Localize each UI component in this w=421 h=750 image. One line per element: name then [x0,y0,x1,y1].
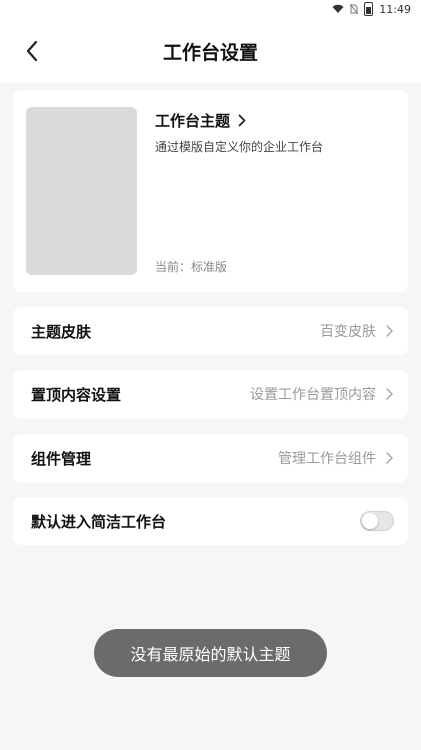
back-button[interactable] [16,35,48,67]
component-management-row[interactable]: 组件管理 管理工作台组件 [13,434,408,482]
theme-title-link[interactable]: 工作台主题 [155,110,246,131]
chevron-right-icon [386,452,393,464]
simple-workbench-label: 默认进入简洁工作台 [31,512,167,531]
theme-skin-label: 主题皮肤 [31,322,92,341]
theme-skin-row[interactable]: 主题皮肤 百变皮肤 [13,307,408,355]
theme-description: 通过模版自定义你的企业工作台 [155,140,324,154]
toggle-knob [362,513,378,529]
theme-thumbnail [26,107,137,275]
component-management-value: 管理工作台组件 [278,451,376,467]
simple-workbench-toggle[interactable] [360,511,394,531]
battery-icon [364,2,374,16]
pinned-content-value: 设置工作台置顶内容 [250,387,376,403]
header: 工作台设置 [0,20,421,82]
no-sim-icon [350,4,359,14]
chevron-right-icon [386,325,393,337]
wifi-icon [332,4,344,13]
simple-workbench-row: 默认进入简洁工作台 [13,497,408,545]
status-bar: 11:49 [0,0,421,20]
chevron-left-icon [26,40,38,62]
theme-title: 工作台主题 [155,112,231,130]
component-management-label: 组件管理 [31,449,92,468]
chevron-right-icon [238,114,246,127]
pinned-content-row[interactable]: 置顶内容设置 设置工作台置顶内容 [13,370,408,418]
toast-message: 没有最原始的默认主题 [94,629,327,677]
page-title: 工作台设置 [162,41,258,64]
theme-skin-value: 百变皮肤 [320,324,376,340]
status-time: 11:49 [379,2,411,16]
pinned-content-label: 置顶内容设置 [31,385,122,404]
chevron-right-icon [386,388,393,400]
theme-current: 当前：标准版 [155,260,228,274]
theme-card[interactable]: 工作台主题 通过模版自定义你的企业工作台 当前：标准版 [13,90,408,292]
status-icons: 11:49 [332,2,411,16]
